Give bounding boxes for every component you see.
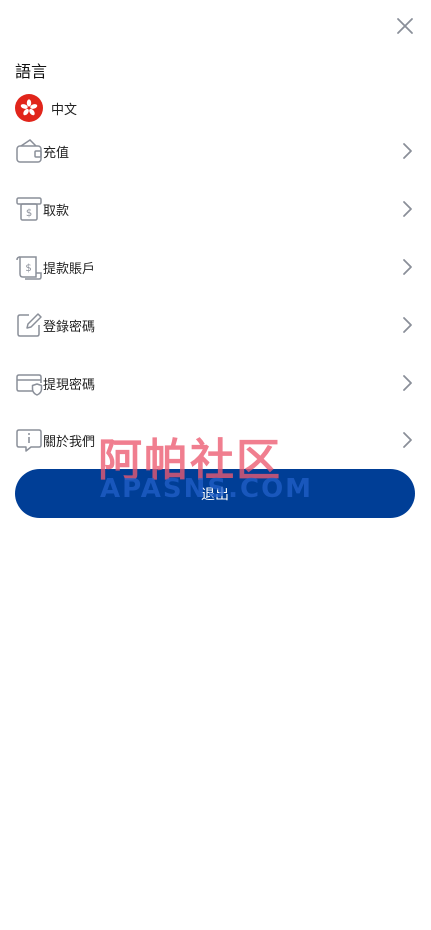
account-icon: $ bbox=[16, 256, 42, 280]
menu-item-deposit[interactable]: 充值 bbox=[15, 131, 416, 171]
menu-item-withdraw[interactable]: $ 取款 bbox=[15, 189, 416, 229]
chevron-right-icon bbox=[403, 143, 412, 159]
info-chat-icon bbox=[16, 429, 42, 452]
menu-label: 提款賬戶 bbox=[43, 261, 96, 277]
close-button[interactable] bbox=[393, 14, 417, 38]
edit-icon bbox=[17, 313, 42, 337]
watermark-url: APASNS.COM bbox=[100, 474, 314, 504]
menu-item-login-password[interactable]: 登錄密碼 bbox=[15, 305, 416, 345]
menu-label: 取款 bbox=[43, 203, 70, 219]
chevron-right-icon bbox=[403, 317, 412, 333]
menu-label: 充值 bbox=[43, 145, 70, 161]
chevron-right-icon bbox=[403, 432, 412, 448]
withdraw-icon: $ bbox=[16, 197, 42, 221]
menu-item-withdraw-password[interactable]: 提現密碼 bbox=[15, 363, 416, 403]
svg-text:$: $ bbox=[26, 208, 32, 219]
language-title: 語言 bbox=[15, 62, 48, 81]
language-selector[interactable]: 中文 bbox=[15, 94, 77, 122]
language-label: 中文 bbox=[51, 102, 78, 118]
hong-kong-flag-icon bbox=[15, 94, 43, 122]
chevron-right-icon bbox=[403, 259, 412, 275]
close-icon[interactable] bbox=[393, 14, 417, 38]
chevron-right-icon bbox=[403, 375, 412, 391]
wallet-icon bbox=[16, 139, 42, 163]
menu-label: 登錄密碼 bbox=[43, 319, 96, 335]
chevron-right-icon bbox=[403, 201, 412, 217]
card-shield-icon bbox=[16, 374, 43, 396]
svg-text:$: $ bbox=[25, 263, 31, 274]
menu-item-withdraw-account[interactable]: $ 提款賬戶 bbox=[15, 247, 416, 287]
menu-label: 提現密碼 bbox=[43, 377, 96, 393]
